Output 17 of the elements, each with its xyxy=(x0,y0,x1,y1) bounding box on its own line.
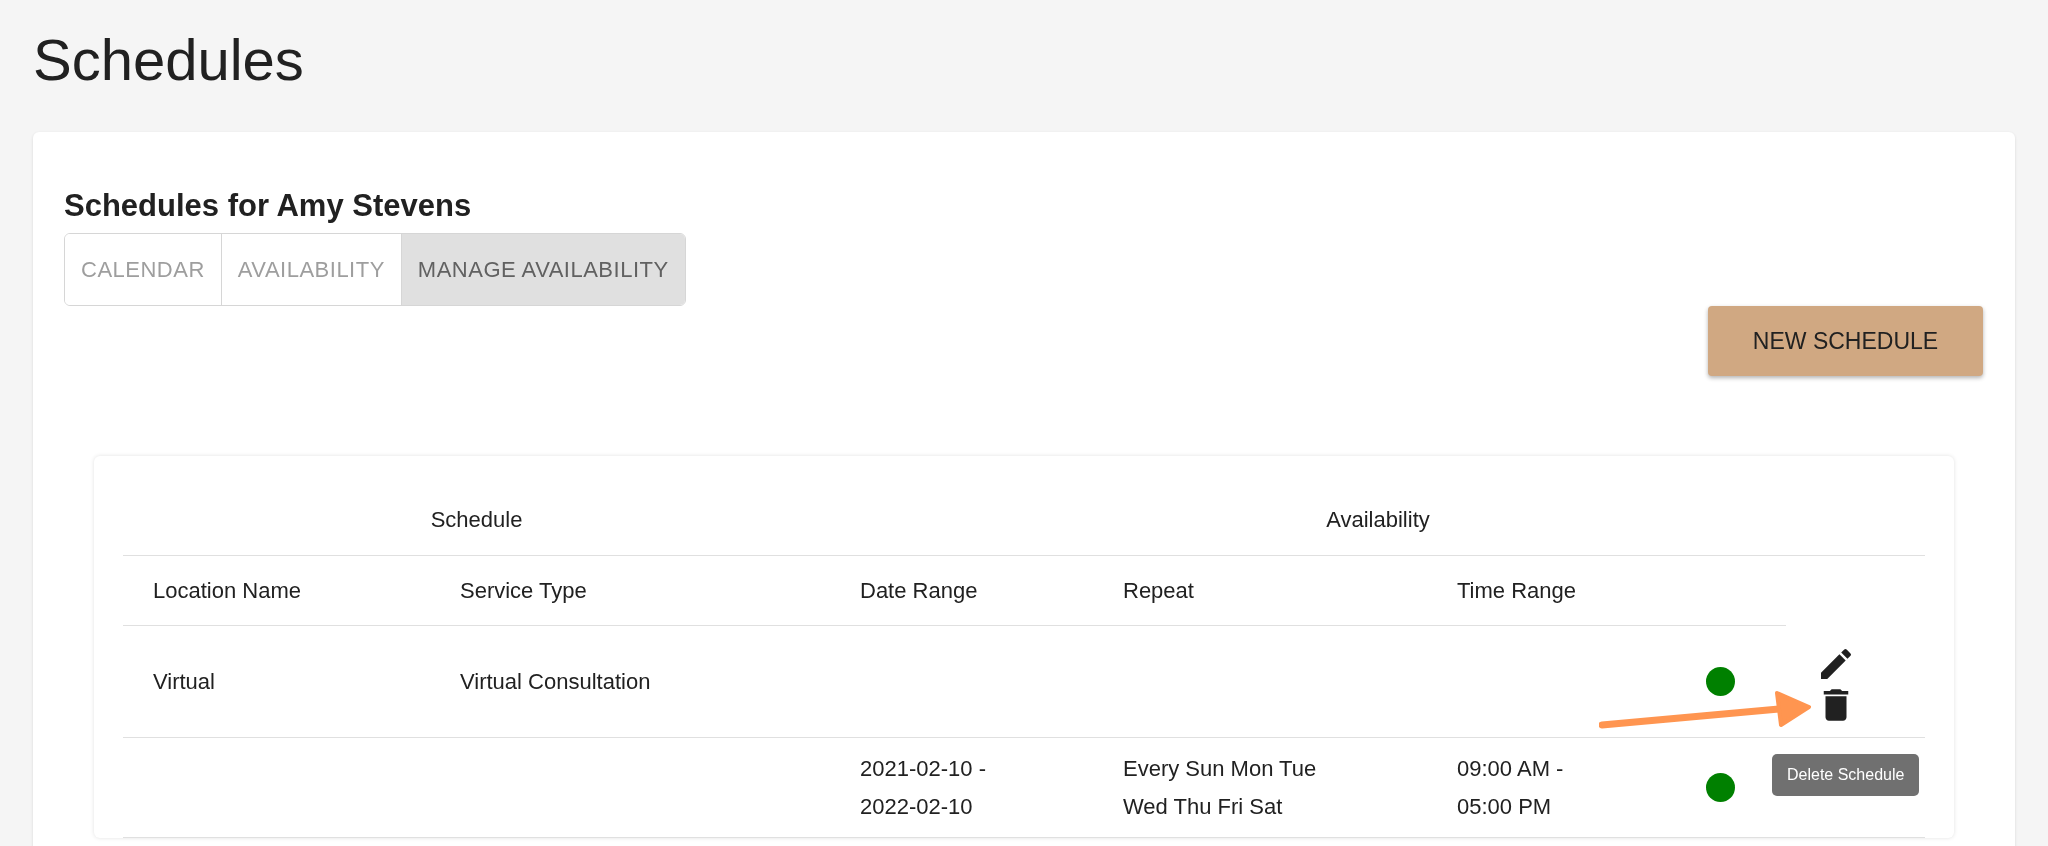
column-header: Location Name xyxy=(153,577,301,605)
table-cell-text: Every Sun Mon Tue Wed Thu Fri Sat xyxy=(1123,754,1318,821)
column-header: Repeat xyxy=(1123,577,1194,605)
table-cell-text: Virtual xyxy=(153,668,215,696)
group-header: Schedule xyxy=(430,505,523,534)
column-header: Service Type xyxy=(460,577,587,605)
card-title: Schedules for Amy Stevens xyxy=(64,187,472,225)
group-header: Availability xyxy=(1326,505,1430,534)
tooltip: Delete Schedule xyxy=(1772,754,1920,796)
table-cell-text: 2021-02-10 - 2022-02-10 xyxy=(860,754,987,821)
new-schedule-button[interactable]: NEW SCHEDULE xyxy=(1708,306,1983,376)
column-header: Date Range xyxy=(860,577,978,605)
table-cell-text: 09:00 AM - 05:00 PM xyxy=(1457,754,1565,821)
tab[interactable]: MANAGE AVAILABILITY xyxy=(400,234,685,305)
page-title: Schedules xyxy=(33,26,304,94)
column-header: Time Range xyxy=(1457,577,1576,605)
table-cell-text: Virtual Consultation xyxy=(460,668,651,696)
